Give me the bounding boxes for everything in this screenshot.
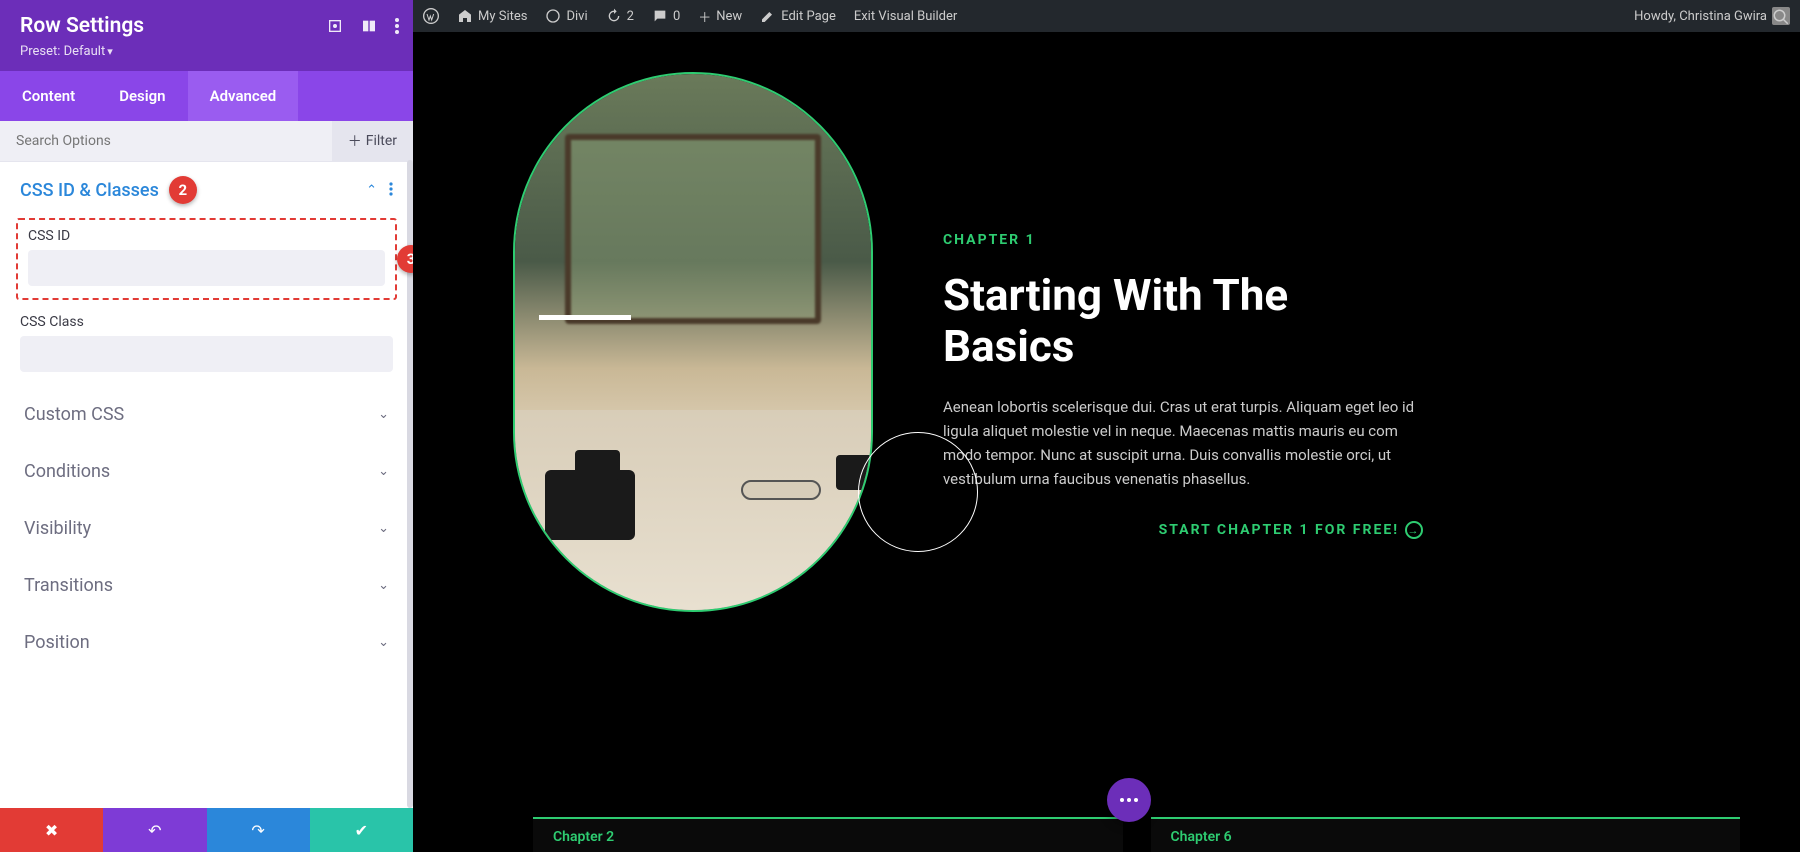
hero-image [513,72,873,612]
chapter-card-2[interactable]: Chapter 2 [533,817,1123,852]
chevron-down-icon: ⌄ [378,578,389,593]
search-input[interactable] [0,121,332,161]
preview-content: CHAPTER 1 Starting With The Basics Aenea… [413,32,1800,612]
search-row: ＋Filter [0,121,413,162]
section-custom-css[interactable]: Custom CSS⌄ [0,386,413,443]
edit-page-link[interactable]: Edit Page [760,8,836,24]
callout-3: 3 [397,245,413,273]
chapter-cards: Chapter 2 Chapter 6 [533,817,1740,852]
search-icon[interactable] [1772,8,1790,30]
redo-button[interactable]: ↷ [207,808,310,852]
cancel-button[interactable]: ✖ [0,808,103,852]
chevron-down-icon: ⌄ [378,464,389,479]
settings-tabs: Content Design Advanced [0,71,413,121]
expand-icon[interactable] [327,18,343,38]
chapter-body: Aenean lobortis scelerisque dui. Cras ut… [943,395,1423,491]
my-sites-link[interactable]: My Sites [457,8,527,24]
accent-bar [539,315,631,320]
chevron-down-icon: ⌄ [378,521,389,536]
css-id-input[interactable] [28,250,385,286]
arrow-right-icon [1405,521,1423,539]
new-link[interactable]: ＋New [698,7,742,26]
text-column: CHAPTER 1 Starting With The Basics Aenea… [943,232,1423,539]
updates-link[interactable]: 2 [606,8,634,24]
css-id-label: CSS ID [28,228,385,244]
exit-visual-builder[interactable]: Exit Visual Builder [854,9,957,24]
chapter-card-6[interactable]: Chapter 6 [1151,817,1741,852]
sidebar-header: Row Settings Preset: Default [0,0,413,71]
css-class-field: CSS Class [0,310,413,386]
preview-canvas: My Sites Divi 2 0 ＋New Edit Page Exit Vi… [413,0,1800,852]
chevron-down-icon: ⌄ [378,635,389,650]
howdy-user[interactable]: Howdy, Christina Gwira [1634,7,1790,25]
tab-design[interactable]: Design [97,71,187,121]
css-id-field-highlight: CSS ID 3 [16,218,397,300]
tab-content[interactable]: Content [0,71,97,121]
columns-icon[interactable] [361,18,377,38]
section-transitions[interactable]: Transitions⌄ [0,557,413,614]
css-class-input[interactable] [20,336,393,372]
chapter-tag: CHAPTER 1 [943,232,1423,248]
section-visibility[interactable]: Visibility⌄ [0,500,413,557]
section-position[interactable]: Position⌄ [0,614,413,671]
plus-icon: ＋ [698,7,711,26]
undo-button[interactable]: ↶ [103,808,206,852]
chevron-up-icon[interactable]: ⌃ [366,183,377,198]
section-conditions[interactable]: Conditions⌄ [0,443,413,500]
decorative-ring [858,432,978,552]
save-button[interactable]: ✔ [310,808,413,852]
tab-advanced[interactable]: Advanced [188,71,299,121]
builder-fab[interactable] [1107,778,1151,822]
plus-icon: ＋ [348,131,362,151]
filter-button[interactable]: ＋Filter [332,121,413,161]
menu-vertical-icon[interactable] [389,181,393,200]
section-css-id-classes[interactable]: CSS ID & Classes 2 ⌃ [0,162,413,218]
wp-admin-bar: My Sites Divi 2 0 ＋New Edit Page Exit Vi… [413,0,1800,32]
callout-2: 2 [169,176,197,204]
menu-vertical-icon[interactable] [395,18,399,38]
preset-dropdown[interactable]: Preset: Default [20,44,393,59]
chapter-heading: Starting With The Basics [943,270,1423,371]
footer-actions: ✖ ↶ ↷ ✔ [0,808,413,852]
sections-scroll[interactable]: CSS ID & Classes 2 ⌃ CSS ID 3 CSS Class … [0,162,413,808]
site-link[interactable]: Divi [545,8,587,24]
chevron-down-icon: ⌄ [378,407,389,422]
comments-link[interactable]: 0 [652,8,680,24]
cta-link[interactable]: START CHAPTER 1 FOR FREE! [1159,522,1423,538]
css-class-label: CSS Class [20,314,393,330]
settings-sidebar: Row Settings Preset: Default Content Des… [0,0,413,852]
wp-logo-icon[interactable] [423,8,439,24]
